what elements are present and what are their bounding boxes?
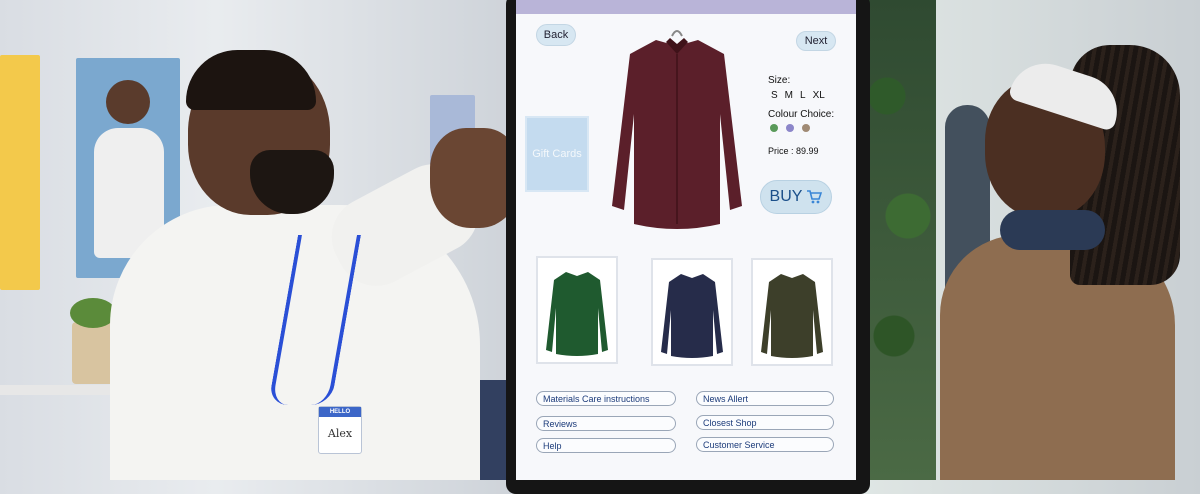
kiosk-screen: Back Next Gift Cards Size: S M L XL Colo… <box>516 0 856 480</box>
buy-button[interactable]: BUY <box>760 180 832 214</box>
customer-scarf <box>1000 210 1105 250</box>
closest-shop-link[interactable]: Closest Shop <box>696 415 834 430</box>
wall-poster-yellow <box>0 55 40 290</box>
badge-name: Alex <box>327 427 353 440</box>
shirt-icon <box>761 274 823 358</box>
news-alert-link[interactable]: News Allert <box>696 391 834 406</box>
shirt-icon <box>661 274 723 358</box>
colour-label: Colour Choice: <box>768 109 835 120</box>
materials-care-link[interactable]: Materials Care instructions <box>536 391 676 406</box>
size-option[interactable]: XL <box>813 90 825 101</box>
price-text: Price : 89.99 <box>768 146 819 156</box>
shirt-icon <box>612 30 742 229</box>
customer-service-link[interactable]: Customer Service <box>696 437 834 452</box>
assistant-hair <box>186 50 316 110</box>
product-thumbnail-green[interactable] <box>536 256 618 364</box>
name-badge: HELLO Alex <box>318 406 362 454</box>
colour-swatches <box>770 124 848 132</box>
buy-label: BUY <box>769 188 803 205</box>
size-option[interactable]: L <box>800 90 806 101</box>
size-option[interactable]: S <box>771 90 778 101</box>
back-button[interactable]: Back <box>536 24 576 46</box>
screen-header-bar <box>516 0 856 14</box>
badge-hello: HELLO <box>329 409 351 415</box>
colour-swatch[interactable] <box>786 124 794 132</box>
product-thumbnail-navy[interactable] <box>651 258 733 366</box>
size-options: S M L XL <box>771 90 848 101</box>
shirt-icon <box>546 272 608 356</box>
help-link[interactable]: Help <box>536 438 676 453</box>
greenery-wall <box>866 0 936 480</box>
product-info: Size: S M L XL Colour Choice: Price : 89… <box>768 75 848 156</box>
product-thumbnail-olive[interactable] <box>751 258 833 366</box>
cart-icon <box>807 190 823 204</box>
colour-swatch[interactable] <box>770 124 778 132</box>
size-option[interactable]: M <box>785 90 793 101</box>
reviews-link[interactable]: Reviews <box>536 416 676 431</box>
gift-cards-button[interactable]: Gift Cards <box>525 116 589 192</box>
size-label: Size: <box>768 75 791 86</box>
next-button[interactable]: Next <box>796 31 836 51</box>
main-product-image <box>604 24 750 236</box>
colour-swatch[interactable] <box>802 124 810 132</box>
